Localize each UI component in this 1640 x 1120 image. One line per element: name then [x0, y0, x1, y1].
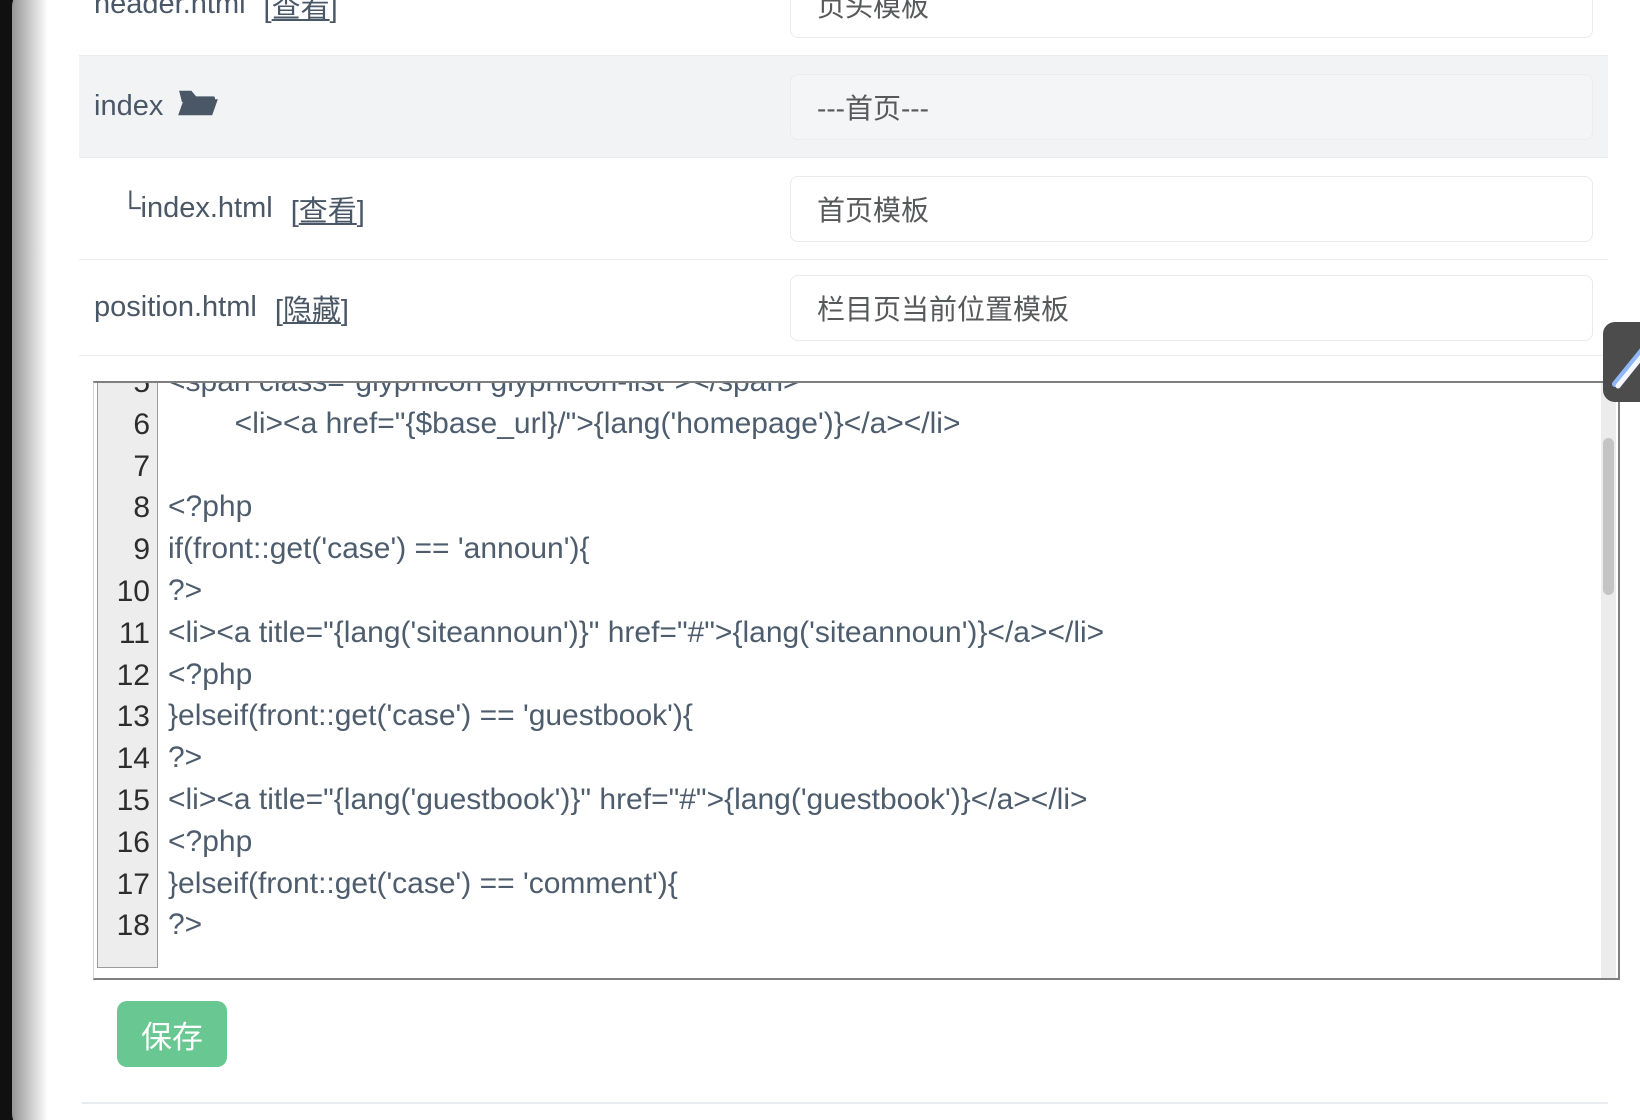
template-desc-input-index-folder[interactable]: [790, 74, 1593, 140]
floating-edit-button[interactable]: [1603, 322, 1640, 402]
code-line: if(front::get('case') == 'announ'){: [168, 528, 1602, 570]
line-number-gutter: 5 6 7 8 9 10 11 12 13 14 15 16 17 18: [97, 381, 158, 968]
file-name-cell: position.html [隐藏]: [79, 287, 790, 329]
tree-branch-glyph: └: [120, 192, 141, 225]
file-desc-cell: [790, 0, 1608, 38]
template-desc-input-position[interactable]: [790, 275, 1593, 341]
screen: header.html [查看] index └index.html [查看]: [0, 0, 1640, 1120]
code-editor[interactable]: 5 6 7 8 9 10 11 12 13 14 15 16 17 18 <sp…: [93, 381, 1620, 980]
file-desc-cell: [790, 275, 1608, 341]
line-number: 10: [98, 571, 157, 613]
template-desc-input-header[interactable]: [790, 0, 1593, 38]
code-line: <?php: [168, 821, 1602, 863]
file-desc-cell: [790, 74, 1608, 140]
line-number: 9: [98, 529, 157, 571]
line-number: 16: [98, 822, 157, 864]
code-line: [168, 445, 1602, 487]
diagonal-pencil-icon: [1603, 322, 1640, 402]
view-link[interactable]: [查看]: [291, 188, 365, 230]
code-line: <li><a title="{lang('siteannoun')}" href…: [168, 612, 1602, 654]
code-line: <li><a href="{$base_url}/">{lang('homepa…: [168, 403, 1602, 445]
line-number: 15: [98, 780, 157, 822]
line-number: 18: [98, 905, 157, 947]
editor-scroll-content: 5 6 7 8 9 10 11 12 13 14 15 16 17 18 <sp…: [97, 381, 1602, 968]
code-line: <li><a title="{lang('guestbook')}" href=…: [168, 779, 1602, 821]
save-button[interactable]: 保存: [117, 1001, 227, 1067]
code-line: <span class="glyphicon glyphicon-list"><…: [168, 381, 1602, 403]
file-name-cell: index: [79, 86, 790, 128]
file-row-position: position.html [隐藏]: [79, 260, 1608, 356]
line-number: 6: [98, 404, 157, 446]
line-number: 7: [98, 446, 157, 488]
file-name-cell: └index.html [查看]: [79, 188, 790, 230]
file-name: index.html: [141, 192, 273, 225]
file-row-header: header.html [查看]: [79, 0, 1608, 56]
line-number: 11: [98, 613, 157, 655]
code-line: <?php: [168, 486, 1602, 528]
line-number: 17: [98, 864, 157, 906]
hide-link[interactable]: [隐藏]: [275, 287, 349, 329]
code-line: ?>: [168, 570, 1602, 612]
line-number: 13: [98, 696, 157, 738]
editor-scrollbar-thumb[interactable]: [1603, 438, 1614, 595]
code-text-area[interactable]: <span class="glyphicon glyphicon-list"><…: [158, 381, 1602, 968]
file-row-index-html: └index.html [查看]: [79, 158, 1608, 260]
code-line: ?>: [168, 904, 1602, 946]
code-line: }elseif(front::get('case') == 'guestbook…: [168, 695, 1602, 737]
view-link[interactable]: [查看]: [264, 0, 338, 26]
line-number: 8: [98, 487, 157, 529]
file-name-cell: header.html [查看]: [79, 0, 790, 26]
line-number: 12: [98, 655, 157, 697]
file-desc-cell: [790, 176, 1608, 242]
file-row-index-folder: index: [79, 56, 1608, 158]
folder-name: index: [94, 90, 163, 123]
line-number: 14: [98, 738, 157, 780]
file-name: header.html: [94, 0, 246, 21]
code-line: ?>: [168, 737, 1602, 779]
open-folder-icon[interactable]: [177, 86, 219, 128]
template-desc-input-index-html[interactable]: [790, 176, 1593, 242]
code-line: <?php: [168, 654, 1602, 696]
file-name: position.html: [94, 291, 257, 324]
code-line: }elseif(front::get('case') == 'comment')…: [168, 863, 1602, 905]
bottom-divider: [82, 1102, 1608, 1104]
line-number: 5: [98, 381, 157, 404]
